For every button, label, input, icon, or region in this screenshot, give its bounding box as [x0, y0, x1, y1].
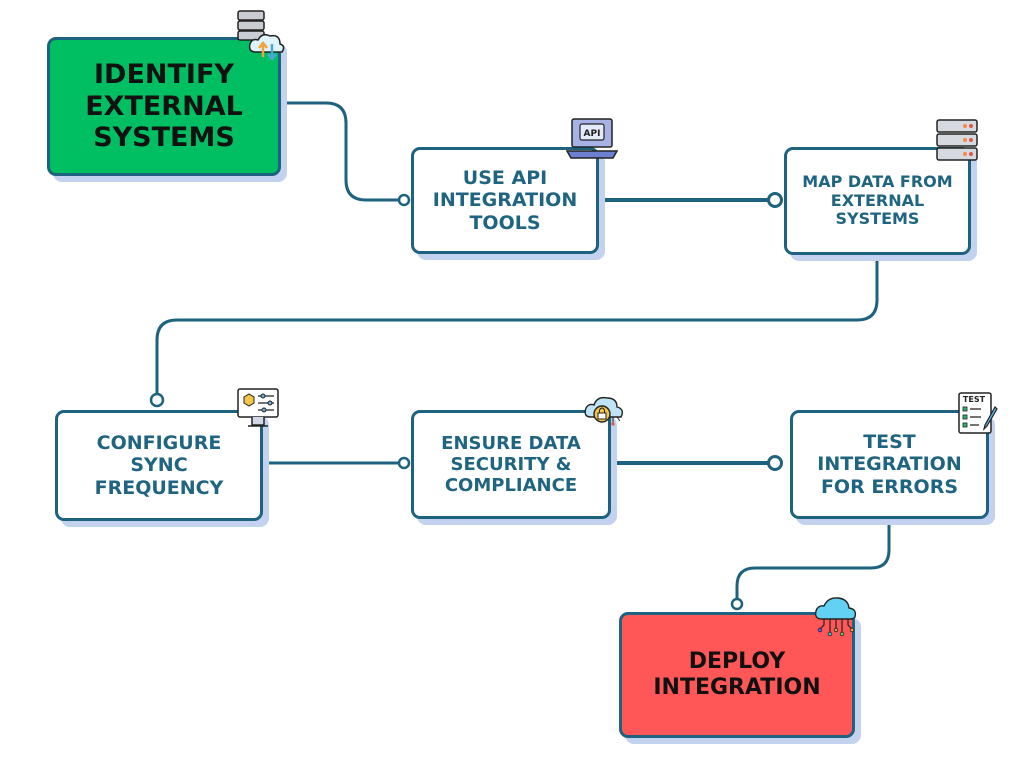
- api-icon-text: API: [584, 129, 601, 139]
- connector-end-dot: [767, 455, 783, 471]
- cloud-network-icon: [814, 597, 857, 637]
- step-label: DEPLOY INTEGRATION: [653, 649, 821, 700]
- step-label: CONFIGURE SYNC FREQUENCY: [94, 431, 224, 499]
- step-label: TEST INTEGRATION FOR ERRORS: [817, 430, 962, 498]
- api-laptop-icon: API: [566, 118, 618, 159]
- cloud-lock-icon: [584, 396, 624, 426]
- server-rack-icon: [936, 119, 978, 161]
- step-label: MAP DATA FROM EXTERNAL SYSTEMS: [802, 171, 953, 229]
- connector-end-dot: [397, 193, 411, 207]
- connector-6-7: [735, 518, 891, 599]
- server-cloud-sync-icon: [237, 10, 285, 62]
- test-checklist-icon: TEST: [958, 392, 998, 434]
- connector-end-dot: [149, 392, 165, 408]
- connector-3-4: [155, 254, 879, 394]
- connector-end-dot: [730, 597, 744, 611]
- connector-1-2: [280, 101, 399, 202]
- test-icon-text: TEST: [963, 395, 986, 404]
- step-use-api-integration-tools: USE API INTEGRATION TOOLS: [411, 147, 599, 254]
- step-label: USE API INTEGRATION TOOLS: [432, 166, 578, 234]
- monitor-settings-icon: [237, 388, 279, 427]
- step-label: ENSURE DATA SECURITY & COMPLIANCE: [441, 432, 581, 497]
- connector-end-dot: [397, 456, 411, 470]
- connector-end-dot: [767, 192, 783, 208]
- step-configure-sync-frequency: CONFIGURE SYNC FREQUENCY: [55, 410, 263, 521]
- step-ensure-data-security: ENSURE DATA SECURITY & COMPLIANCE: [411, 410, 611, 519]
- step-map-data: MAP DATA FROM EXTERNAL SYSTEMS: [784, 147, 971, 255]
- step-label: IDENTIFY EXTERNAL SYSTEMS: [85, 58, 243, 154]
